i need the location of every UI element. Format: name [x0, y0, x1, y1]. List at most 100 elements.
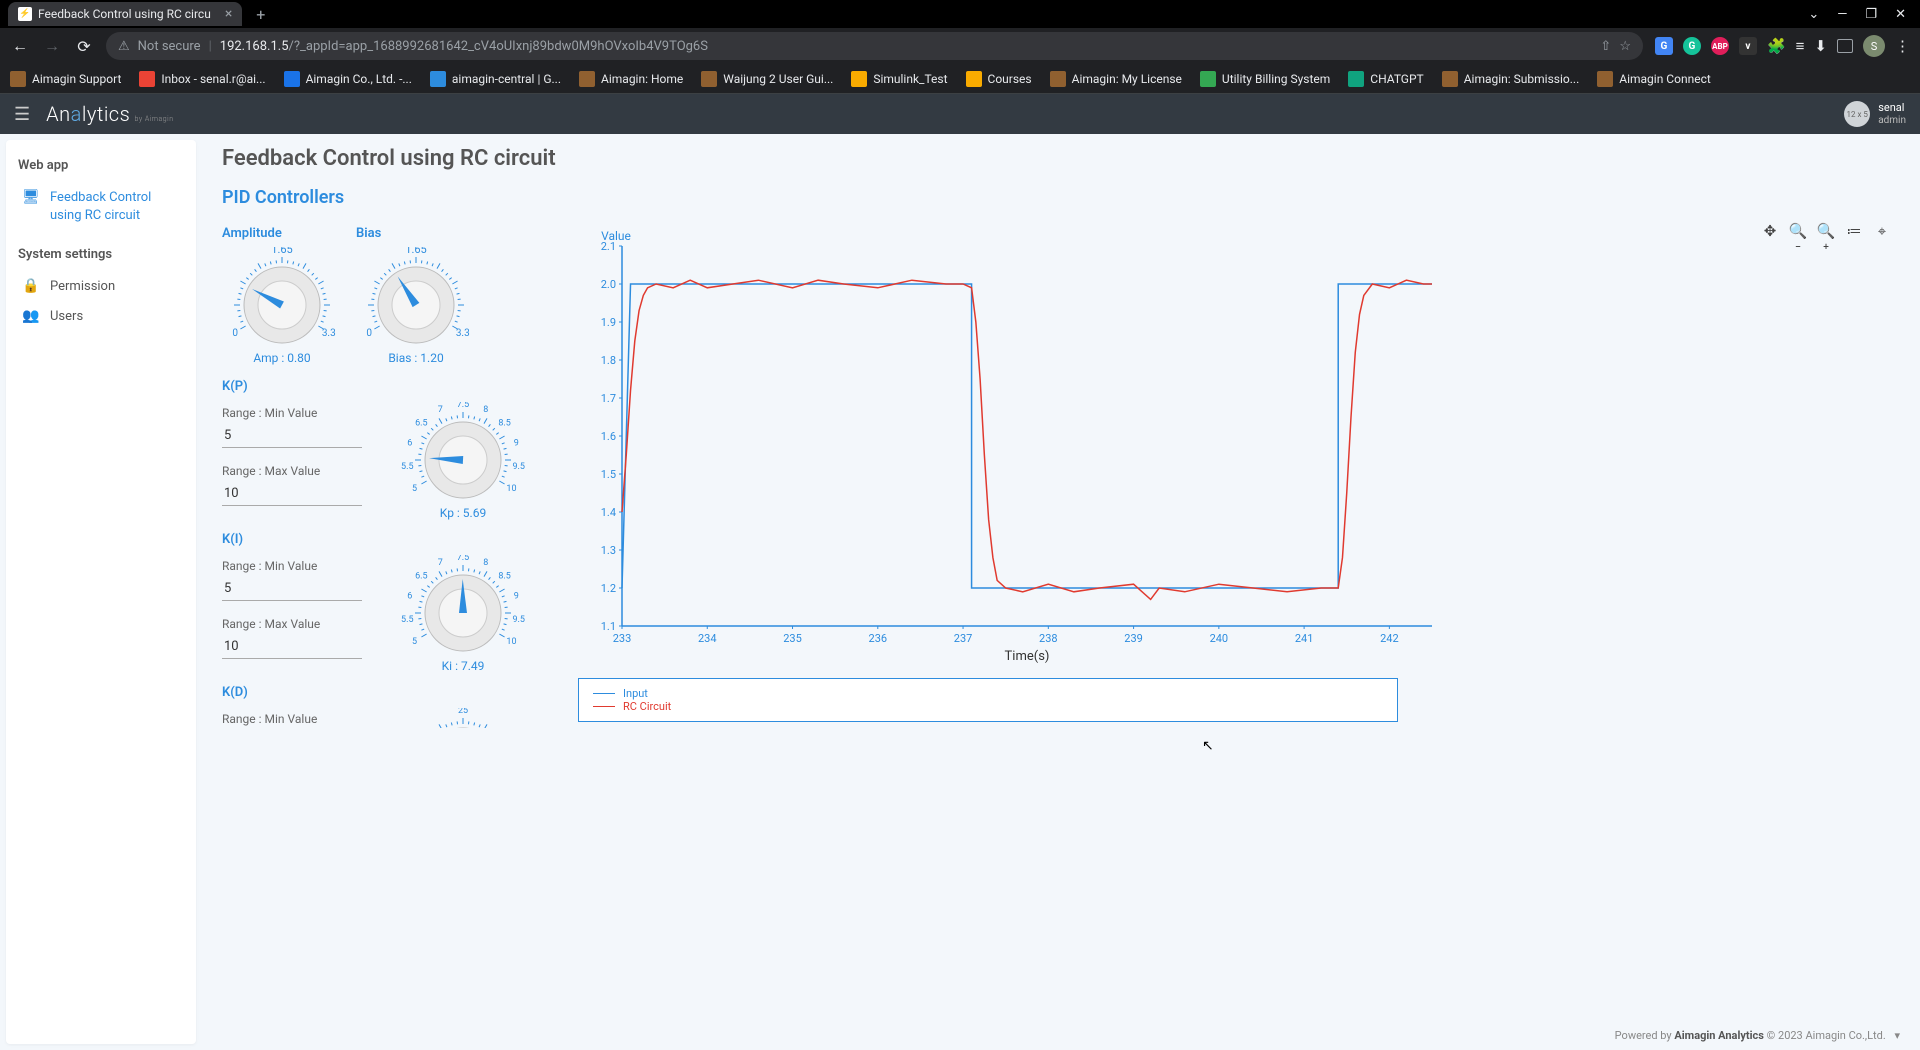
- list-icon[interactable]: ≔: [1844, 222, 1864, 258]
- chevron-down-icon[interactable]: ▾: [1894, 1029, 1900, 1042]
- pan-icon[interactable]: ✥: [1760, 222, 1780, 258]
- bookmark-favicon: [1442, 71, 1458, 87]
- reload-button[interactable]: ⟳: [74, 37, 94, 56]
- bookmark-favicon: [430, 71, 446, 87]
- svg-text:6: 6: [407, 439, 412, 449]
- brand-logo: Analytics by Aimagin: [46, 102, 173, 126]
- svg-text:6: 6: [407, 592, 412, 602]
- zoom-in-icon[interactable]: 🔍⁺: [1816, 222, 1836, 258]
- reading-list-icon[interactable]: ≡: [1796, 37, 1805, 55]
- bookmark-favicon: [579, 71, 595, 87]
- svg-text:1.3: 1.3: [601, 544, 616, 557]
- close-icon[interactable]: ×: [225, 6, 232, 22]
- svg-text:233: 233: [613, 632, 632, 645]
- side-panel-icon[interactable]: [1837, 39, 1853, 53]
- bookmark-item[interactable]: CHATGPT: [1348, 71, 1423, 87]
- bookmark-favicon: [139, 71, 155, 87]
- svg-text:9.5: 9.5: [512, 615, 525, 625]
- target-icon[interactable]: ⌖: [1872, 222, 1892, 258]
- svg-text:0: 0: [366, 328, 372, 339]
- bookmark-item[interactable]: Courses: [966, 71, 1032, 87]
- svg-text:240: 240: [1210, 632, 1229, 645]
- bookmark-favicon: [701, 71, 717, 87]
- svg-text:0: 0: [232, 328, 238, 339]
- kp-min-label: Range : Min Value: [222, 406, 382, 420]
- svg-text:1.9: 1.9: [601, 316, 616, 329]
- adblock-icon[interactable]: ABP: [1711, 37, 1729, 55]
- svg-text:7.5: 7.5: [457, 555, 470, 563]
- bias-knob[interactable]: 1.6503.3: [356, 247, 476, 347]
- lock-icon: 🔒: [22, 278, 40, 294]
- kp-value: Kp : 5.69: [440, 506, 486, 520]
- ki-knob[interactable]: 55.566.577.588.599.510: [398, 555, 528, 655]
- bookmark-item[interactable]: Aimagin Co., Ltd. -...: [284, 71, 412, 87]
- ki-min-label: Range : Min Value: [222, 559, 382, 573]
- kd-min-label: Range : Min Value: [222, 712, 382, 726]
- svg-text:241: 241: [1295, 632, 1314, 645]
- forward-button[interactable]: →: [42, 36, 62, 56]
- chevron-down-icon[interactable]: ⌄: [1808, 7, 1819, 22]
- user-name: senal: [1878, 101, 1906, 114]
- back-button[interactable]: ←: [10, 36, 30, 56]
- user-label[interactable]: senal admin: [1878, 101, 1906, 127]
- hamburger-icon[interactable]: ☰: [14, 104, 30, 125]
- svg-text:7.5: 7.5: [457, 402, 470, 410]
- share-icon[interactable]: ⇧: [1600, 39, 1611, 54]
- url-host: 192.168.1.5: [220, 39, 289, 54]
- bookmark-item[interactable]: Inbox - senal.r@ai...: [139, 71, 265, 87]
- menu-icon[interactable]: ⋮: [1895, 37, 1910, 55]
- sidebar-item-feedback[interactable]: 🖥 Feedback Control using RC circuit: [18, 183, 184, 231]
- svg-text:8.5: 8.5: [498, 572, 511, 582]
- bookmark-item[interactable]: Simulink_Test: [851, 71, 947, 87]
- kp-min-input[interactable]: [222, 424, 362, 448]
- sidebar-item-users[interactable]: 👥 Users: [18, 302, 184, 332]
- maximize-icon[interactable]: ❐: [1865, 7, 1877, 22]
- monitor-icon: 🖥: [22, 189, 40, 205]
- bookmark-item[interactable]: Aimagin: Home: [579, 71, 683, 87]
- svg-text:25: 25: [458, 708, 468, 716]
- profile-avatar[interactable]: S: [1863, 35, 1885, 57]
- kp-knob[interactable]: 55.566.577.588.599.510: [398, 402, 528, 502]
- bookmark-item[interactable]: aimagin-central | G...: [430, 71, 561, 87]
- tab-title: Feedback Control using RC circu: [38, 7, 211, 21]
- kd-knob[interactable]: 202530: [398, 708, 528, 728]
- extension-icon[interactable]: v: [1739, 37, 1757, 55]
- bookmark-item[interactable]: Utility Billing System: [1200, 71, 1330, 87]
- ki-max-input[interactable]: [222, 635, 362, 659]
- kp-max-input[interactable]: [222, 482, 362, 506]
- sidebar-item-permission[interactable]: 🔒 Permission: [18, 272, 184, 302]
- ki-max-label: Range : Max Value: [222, 617, 382, 631]
- url-path: /?_appId=app_1688992681642_cV4oUIxnj89bd…: [289, 39, 708, 54]
- zoom-out-icon[interactable]: 🔍⁻: [1788, 222, 1808, 258]
- svg-text:237: 237: [954, 632, 973, 645]
- bookmark-item[interactable]: Waijung 2 User Gui...: [701, 71, 833, 87]
- kp-title: K(P): [222, 379, 562, 394]
- browser-tab[interactable]: ⚡ Feedback Control using RC circu ×: [8, 2, 242, 26]
- time-series-chart[interactable]: Value1.11.21.31.41.51.61.71.81.92.02.123…: [582, 226, 1442, 666]
- svg-text:8: 8: [483, 405, 488, 415]
- close-window-icon[interactable]: ✕: [1895, 7, 1906, 22]
- bookmark-item[interactable]: Aimagin Connect: [1597, 71, 1711, 87]
- new-tab-button[interactable]: +: [256, 5, 265, 24]
- ki-min-input[interactable]: [222, 577, 362, 601]
- extensions-icon[interactable]: 🧩: [1767, 37, 1786, 55]
- svg-text:5: 5: [412, 637, 417, 647]
- amplitude-knob[interactable]: 1.6503.3: [222, 247, 342, 347]
- address-bar[interactable]: ⚠ Not secure | 192.168.1.5/?_appId=app_1…: [106, 32, 1643, 60]
- bookmark-star-icon[interactable]: ☆: [1619, 39, 1631, 54]
- google-translate-icon[interactable]: G: [1655, 37, 1673, 55]
- kp-max-label: Range : Max Value: [222, 464, 382, 478]
- grammarly-icon[interactable]: G: [1683, 37, 1701, 55]
- svg-text:1.7: 1.7: [601, 392, 616, 405]
- sidebar-section-webapp: Web app: [18, 158, 184, 173]
- svg-text:1.8: 1.8: [601, 354, 616, 367]
- bookmark-favicon: [851, 71, 867, 87]
- minimize-icon[interactable]: —: [1837, 7, 1847, 22]
- downloads-icon[interactable]: ⬇: [1814, 37, 1827, 55]
- bookmark-item[interactable]: Aimagin: My License: [1050, 71, 1182, 87]
- user-avatar[interactable]: 12 x 5: [1844, 101, 1870, 127]
- bookmark-item[interactable]: Aimagin Support: [10, 71, 121, 87]
- warning-icon: ⚠: [118, 39, 130, 54]
- bookmark-favicon: [284, 71, 300, 87]
- bookmark-item[interactable]: Aimagin: Submissio...: [1442, 71, 1580, 87]
